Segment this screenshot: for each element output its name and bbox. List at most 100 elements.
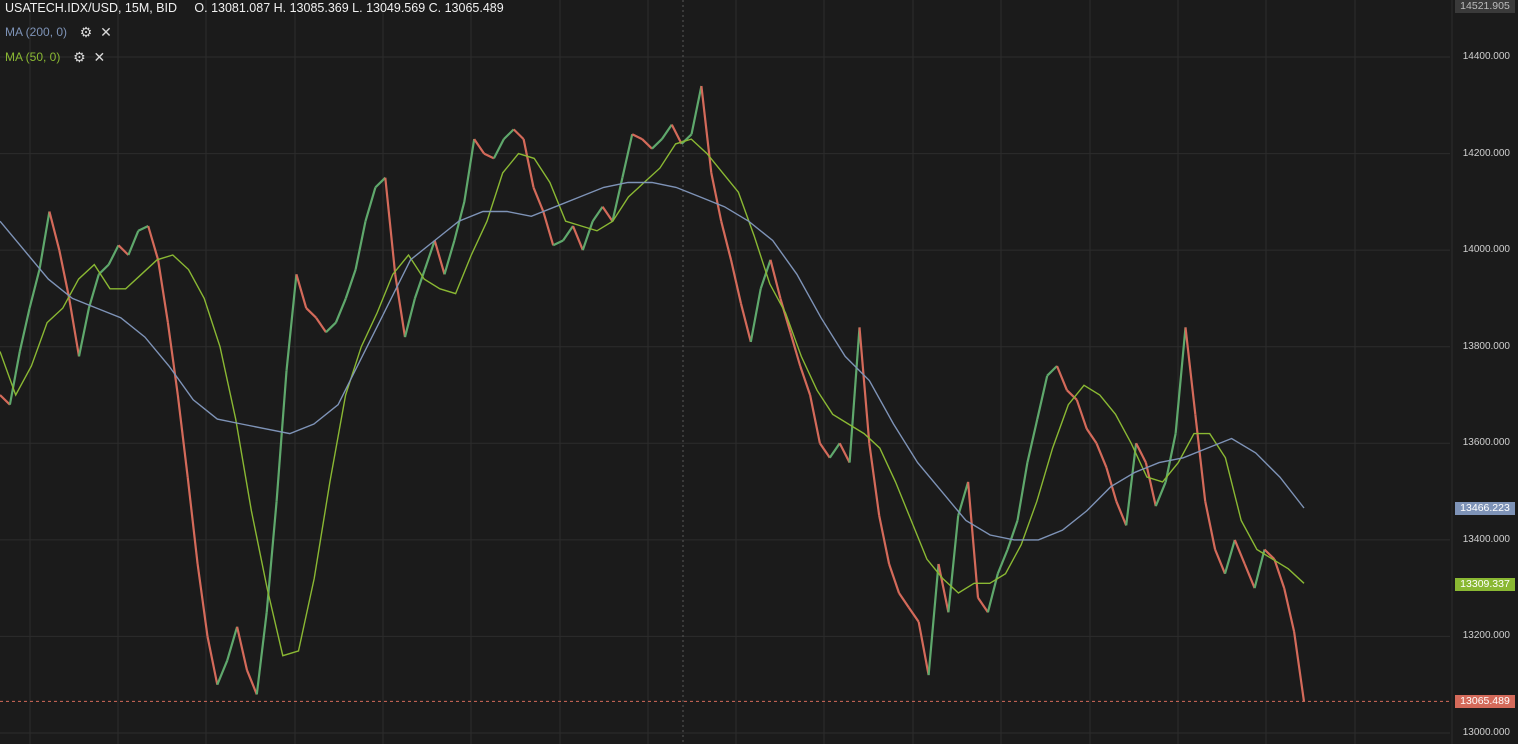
ohlc-readout: O. 13081.087 H. 13085.369 L. 13049.569 C… bbox=[194, 1, 503, 15]
gear-icon[interactable]: ⚙ bbox=[72, 50, 86, 64]
price-segment bbox=[1116, 501, 1126, 525]
price-segment bbox=[583, 221, 593, 250]
price-segment bbox=[128, 231, 138, 255]
price-segment bbox=[148, 226, 158, 260]
price-segment bbox=[40, 212, 50, 270]
price-segment bbox=[761, 260, 771, 289]
price-segment bbox=[1255, 550, 1265, 589]
price-segment bbox=[909, 608, 919, 622]
price-segment bbox=[405, 298, 415, 337]
price-segment bbox=[1205, 501, 1215, 549]
price-segment bbox=[316, 318, 326, 333]
price-segment bbox=[1176, 327, 1186, 433]
price-segment bbox=[484, 154, 494, 159]
price-segment bbox=[89, 274, 99, 308]
price-segment bbox=[1126, 443, 1136, 525]
y-tick-label: 13600.000 bbox=[1463, 437, 1510, 448]
price-segment bbox=[1146, 463, 1156, 507]
instrument-title: USATECH.IDX/USD, 15M, BID bbox=[5, 1, 177, 15]
price-segment bbox=[257, 612, 267, 694]
price-segment bbox=[524, 139, 534, 187]
price-segment bbox=[1156, 482, 1166, 506]
price-segment bbox=[771, 260, 781, 299]
price-segment bbox=[1077, 400, 1087, 429]
ma50-line bbox=[0, 139, 1304, 656]
price-segment bbox=[692, 86, 702, 134]
price-segment bbox=[188, 477, 198, 564]
close-icon[interactable]: ✕ bbox=[99, 25, 113, 39]
ma200-line bbox=[0, 183, 1304, 540]
price-segment bbox=[553, 241, 563, 246]
price-segment bbox=[217, 661, 227, 685]
price-segment bbox=[1186, 327, 1196, 414]
price-segment bbox=[899, 593, 909, 608]
price-segment bbox=[168, 323, 178, 395]
y-tick-label: 14000.000 bbox=[1463, 244, 1510, 255]
price-segment bbox=[672, 125, 682, 144]
price-segment bbox=[277, 371, 287, 501]
price-segment bbox=[573, 226, 583, 250]
close-icon[interactable]: ✕ bbox=[92, 50, 106, 64]
price-segment bbox=[366, 187, 376, 221]
price-segment bbox=[543, 212, 553, 246]
price-segment bbox=[929, 564, 939, 675]
price-segment bbox=[1195, 414, 1205, 501]
price-segment bbox=[79, 308, 89, 356]
price-segment bbox=[860, 327, 870, 443]
gear-icon[interactable]: ⚙ bbox=[79, 25, 93, 39]
price-segment bbox=[642, 139, 652, 149]
price-segment bbox=[138, 226, 148, 231]
price-segment bbox=[49, 212, 59, 251]
price-segment bbox=[385, 178, 395, 275]
price-segment bbox=[158, 260, 168, 323]
price-segment bbox=[1027, 419, 1037, 463]
price-segment bbox=[830, 443, 840, 458]
price-segment bbox=[1097, 443, 1107, 467]
price-segment bbox=[1008, 521, 1018, 550]
price-segment bbox=[1245, 564, 1255, 588]
price-segment bbox=[652, 139, 662, 149]
chart-root[interactable]: USATECH.IDX/USD, 15M, BID O. 13081.087 H… bbox=[0, 0, 1518, 744]
price-tag-ma50: 13309.337 bbox=[1455, 578, 1515, 591]
price-segment bbox=[603, 207, 613, 222]
indicator-label: MA (50, 0) bbox=[5, 50, 60, 64]
price-tag-last: 13065.489 bbox=[1455, 695, 1515, 708]
price-segment bbox=[1225, 540, 1235, 574]
price-segment bbox=[494, 139, 504, 158]
chart-canvas[interactable] bbox=[0, 0, 1518, 744]
price-segment bbox=[109, 245, 119, 264]
axis-top-label: 14521.905 bbox=[1455, 0, 1515, 13]
price-segment bbox=[1136, 443, 1146, 462]
price-segment bbox=[1047, 366, 1057, 376]
price-segment bbox=[534, 187, 544, 211]
price-segment bbox=[306, 308, 316, 318]
price-segment bbox=[780, 298, 790, 332]
price-segment bbox=[958, 482, 968, 516]
indicator-ma50[interactable]: MA (50, 0) ⚙ ✕ bbox=[5, 50, 112, 64]
price-segment bbox=[1037, 376, 1047, 419]
price-segment bbox=[504, 129, 514, 139]
price-segment bbox=[1215, 550, 1225, 574]
price-segment bbox=[998, 550, 1008, 574]
price-segment bbox=[514, 129, 524, 139]
price-segment bbox=[237, 627, 247, 670]
price-segment bbox=[1018, 463, 1028, 521]
price-segment bbox=[208, 636, 218, 684]
price-segment bbox=[326, 323, 336, 333]
y-tick-label: 14200.000 bbox=[1463, 148, 1510, 159]
price-segment bbox=[563, 226, 573, 241]
price-segment bbox=[247, 670, 257, 694]
price-segment bbox=[464, 139, 474, 202]
price-segment bbox=[336, 298, 346, 322]
price-segment bbox=[632, 134, 642, 139]
price-segment bbox=[20, 308, 30, 351]
indicator-ma200[interactable]: MA (200, 0) ⚙ ✕ bbox=[5, 25, 119, 39]
price-segment bbox=[0, 395, 10, 405]
price-segment bbox=[948, 516, 958, 613]
price-segment bbox=[69, 298, 79, 356]
price-segment bbox=[227, 627, 237, 661]
price-segment bbox=[978, 598, 988, 613]
indicator-label: MA (200, 0) bbox=[5, 25, 67, 39]
price-segment bbox=[711, 173, 721, 221]
price-segment bbox=[939, 564, 949, 612]
